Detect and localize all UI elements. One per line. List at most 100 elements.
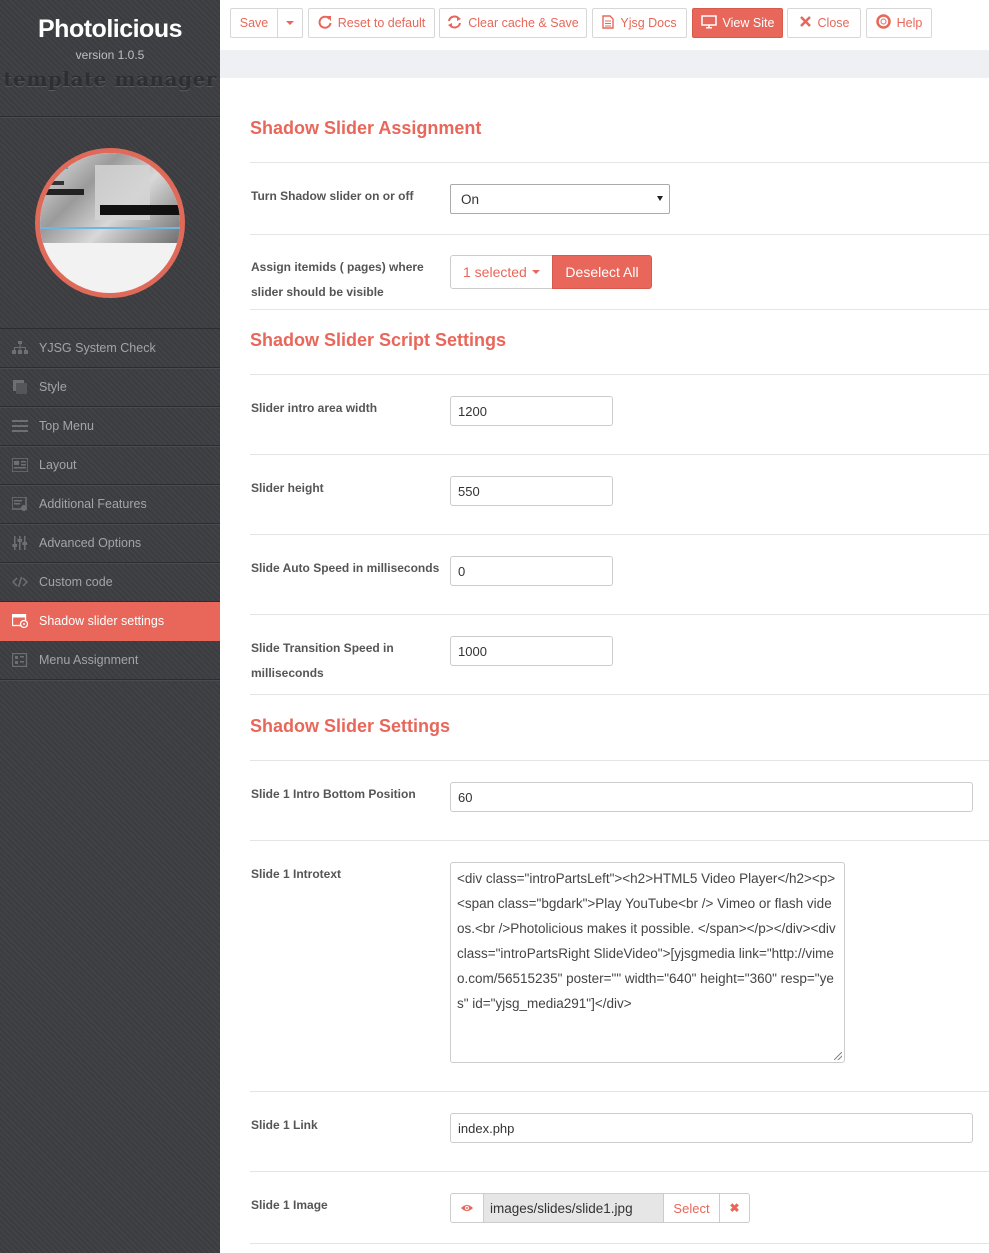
slide-link-input[interactable]: index.php — [450, 1113, 973, 1143]
section-title-settings: Shadow Slider Settings — [250, 716, 451, 736]
clear-image-icon[interactable]: ✖ — [720, 1193, 750, 1223]
chevron-down-icon — [657, 196, 663, 201]
monitor-icon — [700, 14, 717, 32]
slider-settings-icon — [11, 612, 29, 630]
menu-assignment-icon — [11, 651, 29, 669]
select-image-button[interactable]: Select — [663, 1193, 720, 1223]
save-options-dropdown[interactable] — [277, 8, 303, 38]
clear-cache-label: Clear cache & Save — [468, 16, 579, 30]
slide-image-field: images/slides/slide1.jpg Select ✖ — [450, 1193, 750, 1223]
divider — [250, 1243, 989, 1244]
brand-block: Photolicious version 1.0.5 template mana… — [0, 0, 220, 117]
menu-lines-icon — [11, 417, 29, 435]
brand-version: version 1.0.5 — [75, 48, 145, 62]
sidebar: Photolicious version 1.0.5 template mana… — [0, 0, 220, 1253]
sidebar-item-custom-code[interactable]: Custom code — [0, 563, 220, 602]
docs-label: Yjsg Docs — [620, 16, 677, 30]
help-label: Help — [896, 16, 923, 30]
refresh-icon — [447, 15, 462, 32]
features-icon — [11, 495, 29, 513]
chevron-down-icon — [286, 21, 294, 25]
bottom-position-label: Slide 1 Intro Bottom Position — [251, 787, 416, 801]
sidebar-item-yjsg-system-check[interactable]: YJSG System Check — [0, 329, 220, 368]
sidebar-item-label: Menu Assignment — [39, 653, 139, 667]
divider — [250, 374, 989, 375]
template-thumbnail — [35, 148, 185, 298]
sidebar-item-additional-features[interactable]: Additional Features — [0, 485, 220, 524]
slide-image-path: images/slides/slide1.jpg — [484, 1193, 663, 1223]
code-icon — [11, 573, 29, 591]
transition-speed-label: Slide Transition Speed in milliseconds — [251, 641, 394, 680]
sidebar-nav: YJSG System Check Style Top Menu Layout … — [0, 329, 220, 680]
intro-width-label: Slider intro area width — [251, 401, 378, 415]
save-label: Save — [239, 16, 269, 30]
sidebar-item-label: Custom code — [39, 575, 113, 589]
lifebuoy-icon — [875, 14, 891, 32]
toolbar-separator-band — [220, 50, 989, 78]
sidebar-item-label: Advanced Options — [39, 536, 142, 550]
layout-icon — [11, 456, 29, 474]
sidebar-item-layout[interactable]: Layout — [0, 446, 220, 485]
brand-subtitle: template manager — [3, 67, 217, 91]
introtext-textarea[interactable]: <div class="introPartsLeft"><h2>HTML5 Vi… — [450, 862, 845, 1063]
sidebar-item-advanced-options[interactable]: Advanced Options — [0, 524, 220, 563]
auto-speed-input[interactable]: 0 — [450, 556, 613, 586]
divider — [250, 840, 989, 841]
intro-width-input[interactable]: 1200 — [450, 396, 613, 426]
close-icon — [799, 15, 812, 31]
style-square-icon — [11, 378, 29, 396]
deselect-all-button[interactable]: Deselect All — [552, 255, 652, 289]
divider — [250, 694, 989, 695]
sliders-icon — [11, 534, 29, 552]
bottom-position-input[interactable]: 60 — [450, 782, 973, 812]
itemids-multiselect[interactable]: 1 selected — [450, 255, 553, 289]
reset-label: Reset to default — [337, 16, 426, 30]
sidebar-item-label: Style — [39, 380, 67, 394]
slide-link-label: Slide 1 Link — [251, 1118, 318, 1132]
slider-height-label: Slider height — [251, 481, 324, 495]
view-site-label: View Site — [722, 16, 775, 30]
introtext-content: <div class="introPartsLeft"><h2>HTML5 Vi… — [457, 871, 836, 1011]
divider — [250, 162, 989, 163]
sidebar-item-label: YJSG System Check — [39, 341, 156, 355]
save-button[interactable]: Save — [230, 8, 278, 38]
sidebar-item-menu-assignment[interactable]: Menu Assignment — [0, 641, 220, 680]
close-button[interactable]: Close — [787, 8, 861, 38]
sidebar-item-label: Additional Features — [39, 497, 147, 511]
view-site-button[interactable]: View Site — [692, 8, 783, 38]
document-icon — [602, 14, 615, 32]
clear-cache-save-button[interactable]: Clear cache & Save — [439, 8, 587, 38]
sidebar-item-label: Layout — [39, 458, 77, 472]
divider — [250, 1171, 989, 1172]
section-title-script: Shadow Slider Script Settings — [250, 330, 507, 350]
help-button[interactable]: Help — [866, 8, 932, 38]
toggle-slider-label: Turn Shadow slider on or off — [251, 189, 414, 203]
sidebar-item-style[interactable]: Style — [0, 368, 220, 407]
toolbar: Save Reset to default Clear cache & Save… — [220, 0, 989, 50]
introtext-label: Slide 1 Introtext — [251, 867, 342, 881]
template-thumbnail-area — [0, 117, 220, 329]
divider — [250, 614, 989, 615]
itemids-label: Assign itemids ( pages) where slider sho… — [251, 260, 424, 299]
divider — [250, 234, 989, 235]
sidebar-item-shadow-slider-settings[interactable]: Shadow slider settings — [0, 602, 220, 641]
divider — [250, 534, 989, 535]
transition-speed-input[interactable]: 1000 — [450, 636, 613, 666]
chevron-down-icon — [531, 270, 540, 274]
select-value: On — [461, 191, 480, 207]
brand-title: Photolicious — [38, 15, 183, 43]
sidebar-item-label: Top Menu — [39, 419, 94, 433]
close-label: Close — [817, 16, 850, 30]
slider-height-input[interactable]: 550 — [450, 476, 613, 506]
resize-grip-icon[interactable] — [834, 1052, 842, 1060]
reset-icon — [318, 15, 332, 32]
preview-eye-icon[interactable] — [450, 1193, 484, 1223]
section-title-assignment: Shadow Slider Assignment — [250, 118, 482, 138]
slide-image-label: Slide 1 Image — [251, 1198, 328, 1212]
yjsg-docs-button[interactable]: Yjsg Docs — [592, 8, 687, 38]
divider — [250, 1091, 989, 1092]
settings-panel: Shadow Slider Assignment Turn Shadow sli… — [230, 78, 989, 1253]
sidebar-item-top-menu[interactable]: Top Menu — [0, 407, 220, 446]
slider-on-off-select[interactable]: On — [450, 184, 670, 214]
reset-to-default-button[interactable]: Reset to default — [308, 8, 435, 38]
